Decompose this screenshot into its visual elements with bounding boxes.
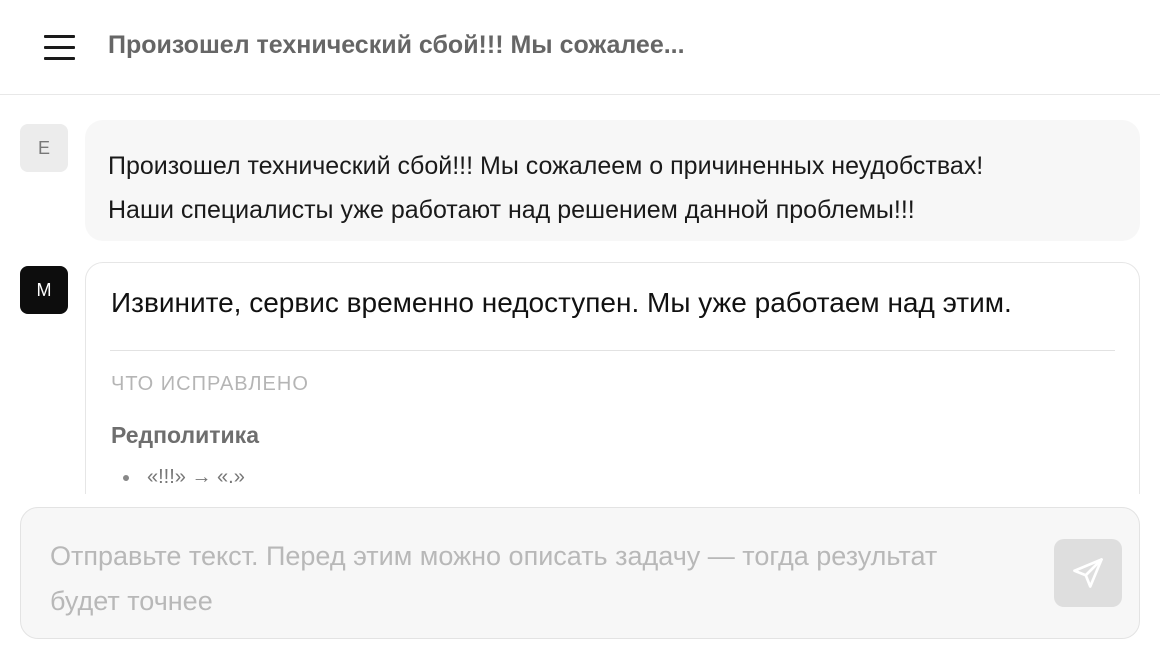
assistant-avatar: M: [20, 266, 68, 314]
menu-line: [44, 35, 75, 38]
page-title: Произошел технический сбой!!! Мы сожалее…: [108, 31, 685, 59]
message-input[interactable]: [50, 534, 950, 624]
hamburger-menu-icon[interactable]: [36, 28, 82, 68]
send-paper-plane-icon: [1073, 558, 1103, 588]
menu-line: [44, 46, 75, 49]
fix-item: «!!!» → «.»: [111, 463, 245, 491]
user-message-line: Произошел технический сбой!!! Мы сожалее…: [108, 152, 984, 180]
user-message: Произошел технический сбой!!! Мы сожалее…: [85, 120, 1140, 241]
assistant-message-text: Извините, сервис временно недоступен. Мы…: [111, 287, 1012, 318]
message-list[interactable]: E Произошел технический сбой!!! Мы сожал…: [0, 96, 1160, 494]
edit-policy-title: Редполитика: [111, 422, 259, 448]
user-message-line: Наши специалисты уже работают над решени…: [108, 196, 915, 224]
header: Произошел технический сбой!!! Мы сожалее…: [0, 0, 1160, 95]
menu-line: [44, 57, 75, 60]
composer: [20, 507, 1140, 639]
fix-list: «!!!» → «.»: [111, 463, 245, 491]
fixed-section-heading: ЧТО ИСПРАВЛЕНО: [111, 373, 309, 395]
assistant-message: Извините, сервис временно недоступен. Мы…: [85, 262, 1140, 494]
user-avatar: E: [20, 124, 68, 172]
send-button[interactable]: [1054, 539, 1122, 607]
app-window: Произошел технический сбой!!! Мы сожалее…: [0, 0, 1160, 660]
divider: [110, 350, 1115, 351]
